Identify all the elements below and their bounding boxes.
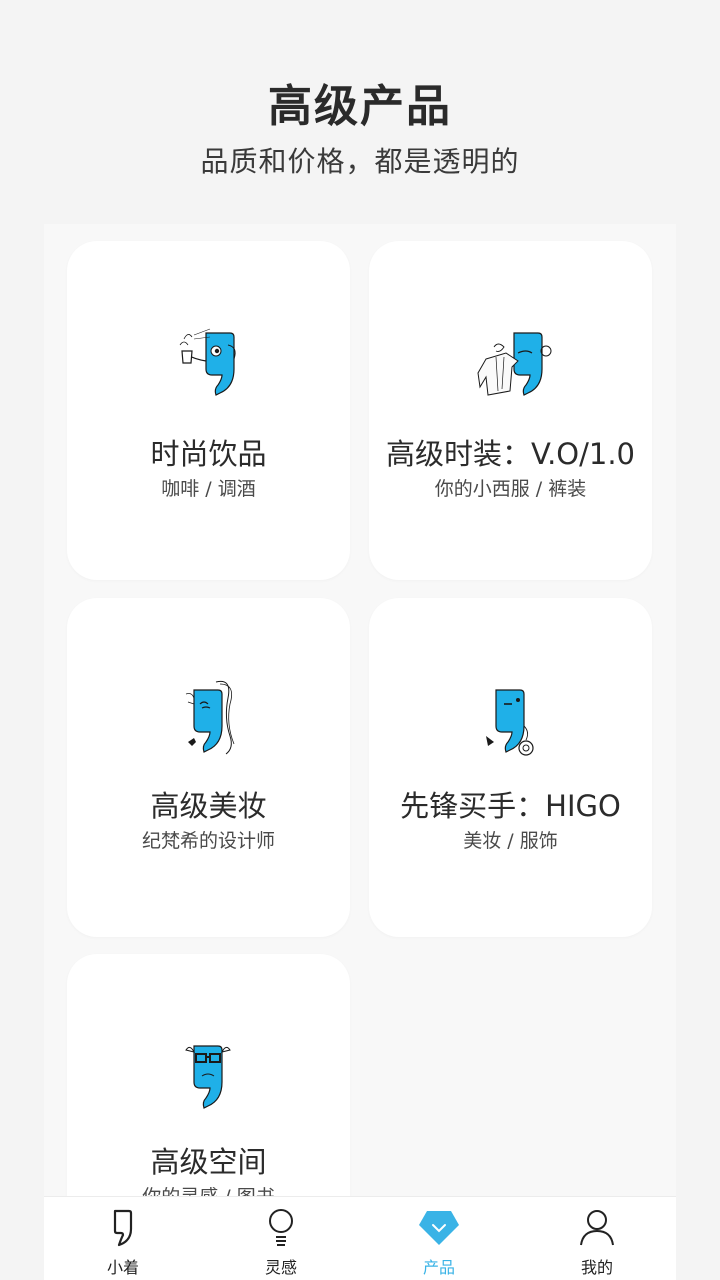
product-grid: 时尚饮品 咖啡 / 调酒 高级时装：V.O/1.0 你的小西服 / 裤装 高级美… [44, 224, 676, 1280]
tab-label: 灵感 [264, 1258, 297, 1277]
tab-mine[interactable]: 我的 [518, 1197, 676, 1280]
tab-xiaozhe[interactable]: 小着 [44, 1197, 202, 1280]
tab-label: 小着 [106, 1258, 139, 1277]
mascot-coffee-icon [179, 328, 236, 396]
product-card-fashion[interactable]: 高级时装：V.O/1.0 你的小西服 / 裤装 [369, 241, 652, 580]
page-subtitle: 品质和价格，都是透明的 [200, 145, 520, 178]
comma-icon [113, 1209, 133, 1247]
mascot-suit-icon [476, 332, 551, 396]
card-subtitle: 美妆 / 服饰 [463, 830, 558, 852]
tab-inspiration[interactable]: 灵感 [202, 1197, 360, 1280]
card-title: 高级时装：V.O/1.0 [385, 437, 636, 471]
card-title: 高级美妆 [150, 789, 267, 823]
card-title: 时尚饮品 [150, 437, 267, 471]
tab-label: 我的 [580, 1258, 613, 1277]
card-title: 高级空间 [150, 1145, 267, 1179]
mascot-buyer-icon [485, 689, 534, 756]
mascot-makeup-icon [185, 680, 234, 755]
page-title: 高级产品 [268, 81, 452, 132]
tab-products[interactable]: 产品 [360, 1197, 518, 1280]
card-subtitle: 纪梵希的设计师 [141, 830, 275, 852]
tab-label: 产品 [422, 1258, 455, 1277]
lightbulb-icon [269, 1209, 293, 1246]
diamond-icon [419, 1211, 459, 1245]
bottom-tab-bar: 小着 灵感 产品 我的 [44, 1196, 676, 1280]
screen: 高级产品 品质和价格，都是透明的 时尚饮品 咖啡 / 调酒 高级时装：V.O/1… [0, 0, 720, 1280]
page-header: 高级产品 品质和价格，都是透明的 [0, 0, 720, 224]
mascot-space-icon [184, 1045, 231, 1109]
card-subtitle: 你的小西服 / 裤装 [434, 478, 587, 500]
card-subtitle: 咖啡 / 调酒 [161, 478, 256, 500]
product-card-buyer[interactable]: 先锋买手：HIGO 美妆 / 服饰 [369, 598, 652, 937]
card-title: 先锋买手：HIGO [400, 789, 621, 823]
person-icon [580, 1210, 614, 1246]
product-card-drinks[interactable]: 时尚饮品 咖啡 / 调酒 [67, 241, 350, 580]
product-card-beauty[interactable]: 高级美妆 纪梵希的设计师 [67, 598, 350, 937]
